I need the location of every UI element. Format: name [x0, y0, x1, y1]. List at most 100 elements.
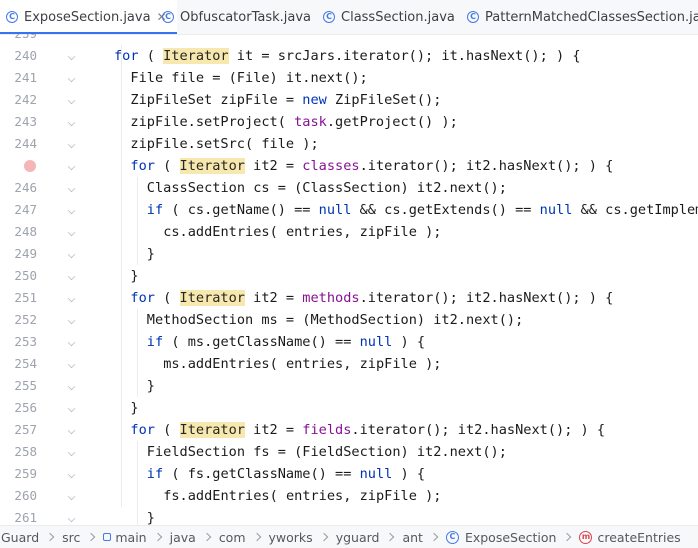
line-number[interactable]: 249 — [0, 243, 37, 265]
code-line[interactable]: 261} — [0, 507, 698, 525]
tab-class-section[interactable]: C ClassSection.java — [323, 0, 455, 34]
tab-expose-section[interactable]: C ExposeSection.java ✕ — [0, 0, 177, 34]
code-line[interactable]: 247 if ( cs.getName() == null && cs.getEx… — [0, 199, 698, 221]
line-number[interactable]: 251 — [0, 287, 37, 309]
fold-chevron-icon[interactable] — [67, 382, 76, 391]
line-number[interactable]: 240 — [0, 45, 37, 67]
fold-chevron-icon[interactable] — [67, 492, 76, 501]
code-line[interactable]: 254 ms.addEntries( entries, zipFile ); — [0, 353, 698, 375]
code-token: .iterator(); it2.hasNext(); ) { — [359, 158, 614, 174]
class-token: Iterator — [179, 422, 245, 438]
code-line[interactable]: 251 for ( Iterator it2 = methods.iterator… — [0, 287, 698, 309]
line-number[interactable]: 256 — [0, 397, 37, 419]
fold-chevron-icon[interactable] — [67, 360, 76, 369]
fold-chevron-icon[interactable] — [67, 470, 76, 479]
code-token: ) { — [392, 334, 426, 350]
code-token: } — [146, 378, 155, 394]
code-text: if ( cs.getName() == null && cs.getExten… — [147, 199, 698, 221]
fold-chevron-icon[interactable] — [67, 316, 76, 325]
line-number[interactable]: 254 — [0, 353, 37, 375]
fold-chevron-icon[interactable] — [67, 206, 76, 215]
keyword-token: new — [302, 92, 327, 108]
breadcrumb-item[interactable]: Guard — [1, 530, 39, 545]
code-line[interactable]: for ( Iterator it2 = classes.iterator();… — [0, 155, 698, 177]
line-number[interactable]: 246 — [0, 177, 37, 199]
breadcrumb-item[interactable]: ant — [402, 530, 422, 545]
code-text: if ( fs.getClassName() == null ) { — [147, 463, 425, 485]
breadcrumb-item[interactable]: com — [219, 530, 246, 545]
code-text: } — [147, 507, 155, 525]
breadcrumb-item[interactable]: yguard — [336, 530, 380, 545]
line-number[interactable]: 258 — [0, 441, 37, 463]
code-line[interactable]: 256} — [0, 397, 698, 419]
chevron-right-icon — [45, 532, 55, 542]
fold-chevron-icon[interactable] — [67, 294, 76, 303]
fold-chevron-icon[interactable] — [67, 272, 76, 281]
fold-chevron-icon[interactable] — [67, 338, 76, 347]
fold-chevron-icon[interactable] — [67, 140, 76, 149]
code-line[interactable]: 239 — [0, 34, 698, 45]
fold-chevron-icon[interactable] — [67, 96, 76, 105]
code-line[interactable]: 240 for ( Iterator it = srcJars.iterator(… — [0, 45, 698, 67]
breadcrumb-label: com — [218, 529, 246, 545]
breadcrumb-item[interactable]: C ExposeSection — [445, 530, 556, 545]
fold-chevron-icon[interactable] — [67, 404, 76, 413]
fold-chevron-icon[interactable] — [67, 250, 76, 259]
breadcrumb-item[interactable]: yworks — [269, 530, 313, 545]
code-line[interactable]: 246 ClassSection cs = (ClassSection) it2.… — [0, 177, 698, 199]
code-line[interactable]: 252 MethodSection ms = (MethodSection) it… — [0, 309, 698, 331]
fold-chevron-icon[interactable] — [67, 162, 76, 171]
line-number[interactable]: 261 — [0, 507, 37, 525]
code-line[interactable]: 260 fs.addEntries( entries, zipFile ); — [0, 485, 698, 507]
fold-chevron-icon[interactable] — [67, 118, 76, 127]
fold-chevron-icon[interactable] — [67, 426, 76, 435]
fold-chevron-icon[interactable] — [67, 184, 76, 193]
line-number[interactable]: 260 — [0, 485, 37, 507]
line-number[interactable]: 242 — [0, 89, 37, 111]
code-line[interactable]: 253 if ( ms.getClassName() == null ) { — [0, 331, 698, 353]
line-number[interactable]: 243 — [0, 111, 37, 133]
code-line[interactable]: 241 File file = (File) it.next(); — [0, 67, 698, 89]
line-number[interactable]: 259 — [0, 463, 37, 485]
fold-chevron-icon[interactable] — [67, 448, 76, 457]
fold-chevron-icon[interactable] — [67, 74, 76, 83]
line-number[interactable]: 255 — [0, 375, 37, 397]
tab-obfuscator-task[interactable]: C ObfuscatorTask.java — [162, 0, 311, 34]
line-number[interactable]: 248 — [0, 221, 37, 243]
line-number[interactable]: 244 — [0, 133, 37, 155]
line-number[interactable]: 241 — [0, 67, 37, 89]
code-line[interactable]: 259 if ( fs.getClassName() == null ) { — [0, 463, 698, 485]
code-line[interactable]: 243 zipFile.setProject( task.getProject()… — [0, 111, 698, 133]
line-number[interactable]: 257 — [0, 419, 37, 441]
line-number[interactable]: 253 — [0, 331, 37, 353]
fold-chevron-icon[interactable] — [67, 52, 76, 61]
code-line[interactable]: 250} — [0, 265, 698, 287]
tab-label: ExposeSection.java — [24, 9, 151, 25]
code-token: } — [146, 246, 155, 262]
fold-chevron-icon[interactable] — [67, 228, 76, 237]
fold-chevron-icon[interactable] — [67, 514, 76, 523]
breadcrumb-item[interactable]: m createEntries — [579, 530, 681, 545]
line-number[interactable]: 239 — [0, 34, 37, 45]
line-number[interactable]: 252 — [0, 309, 37, 331]
code-line[interactable]: 255} — [0, 375, 698, 397]
line-number[interactable]: 250 — [0, 265, 37, 287]
breadcrumb-item[interactable]: java — [170, 530, 196, 545]
code-line[interactable]: 244 zipFile.setSrc( file ); — [0, 133, 698, 155]
class-icon: C — [6, 11, 18, 23]
breakpoint-icon[interactable] — [24, 160, 36, 172]
keyword-token: if — [146, 202, 164, 218]
code-token: ) { — [392, 466, 426, 482]
code-line[interactable]: 248 cs.addEntries( entries, zipFile ); — [0, 221, 698, 243]
line-number[interactable]: 247 — [0, 199, 37, 221]
code-token: } — [130, 400, 139, 416]
breadcrumb-item[interactable]: main — [103, 530, 147, 545]
code-line[interactable]: 258 FieldSection fs = (FieldSection) it2.… — [0, 441, 698, 463]
code-line[interactable]: 249} — [0, 243, 698, 265]
code-line[interactable]: 257 for ( Iterator it2 = fields.iterator(… — [0, 419, 698, 441]
tab-pattern-matched-classes-section[interactable]: C PatternMatchedClassesSection.java — [467, 0, 698, 34]
breadcrumb-item[interactable]: src — [62, 530, 80, 545]
code-line[interactable]: 242 ZipFileSet zipFile = new ZipFileSet()… — [0, 89, 698, 111]
method-icon: m — [579, 530, 593, 544]
code-editor[interactable]: 239240 for ( Iterator it = srcJars.iterat… — [0, 34, 698, 525]
